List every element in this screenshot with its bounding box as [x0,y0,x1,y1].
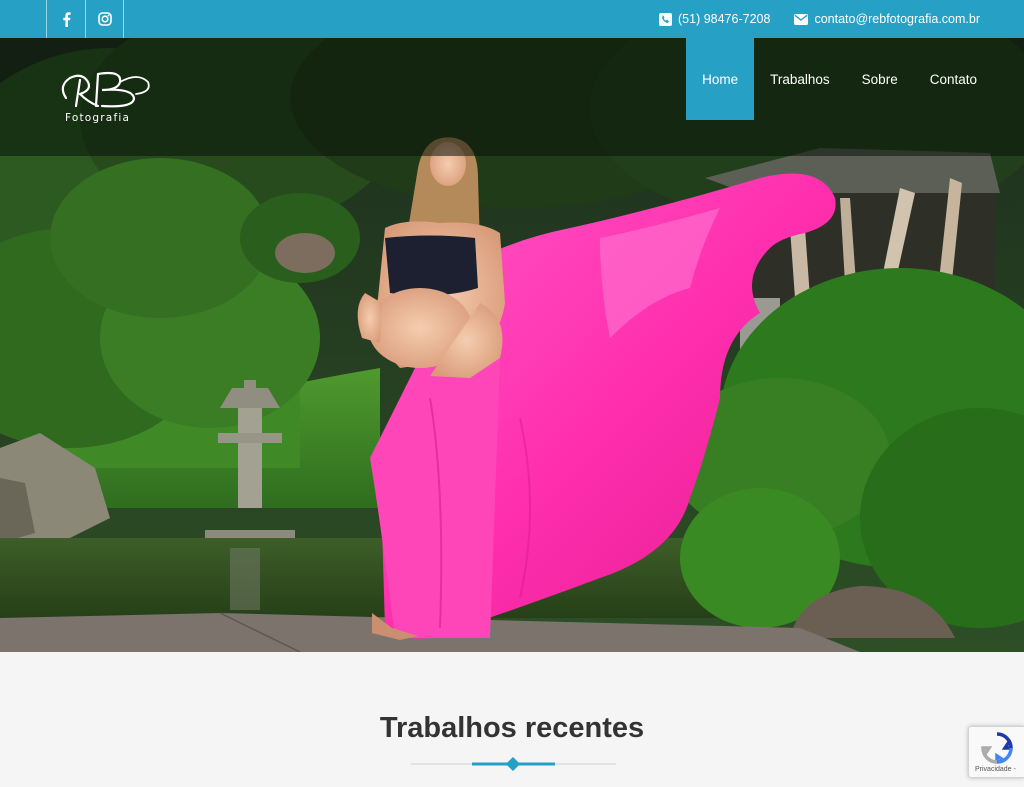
envelope-icon [794,13,809,25]
contact-info: (51) 98476-7208 contato@rebfotografia.co… [659,0,980,38]
logo-wordmark: Fotografia [65,112,131,124]
facebook-link[interactable] [46,0,85,38]
email-contact[interactable]: contato@rebfotografia.com.br [794,12,980,26]
phone-icon [659,12,672,26]
facebook-icon [62,11,71,27]
site-logo[interactable]: Fotografia [58,68,154,134]
instagram-link[interactable] [85,0,124,38]
recaptcha-label[interactable]: Privacidade - [975,766,1016,773]
main-nav: Home Trabalhos Sobre Contato [686,38,993,120]
instagram-icon [97,12,112,26]
nav-item-contato[interactable]: Contato [914,38,993,120]
email-address: contato@rebfotografia.com.br [814,12,980,26]
top-bar: (51) 98476-7208 contato@rebfotografia.co… [0,0,1024,38]
title-divider [411,757,616,771]
nav-item-home[interactable]: Home [686,38,755,120]
hero-banner: Fotografia Home Trabalhos Sobre Contato [0,38,1024,652]
section-title: Trabalhos recentes [379,712,645,744]
rb-monogram [61,71,150,108]
recaptcha-badge[interactable]: Privacidade - [968,726,1024,778]
phone-contact[interactable]: (51) 98476-7208 [659,12,770,26]
nav-item-trabalhos[interactable]: Trabalhos [754,38,846,120]
social-links [46,0,124,38]
nav-item-sobre[interactable]: Sobre [846,38,914,120]
recaptcha-icon [981,732,1013,764]
phone-number: (51) 98476-7208 [678,12,771,26]
